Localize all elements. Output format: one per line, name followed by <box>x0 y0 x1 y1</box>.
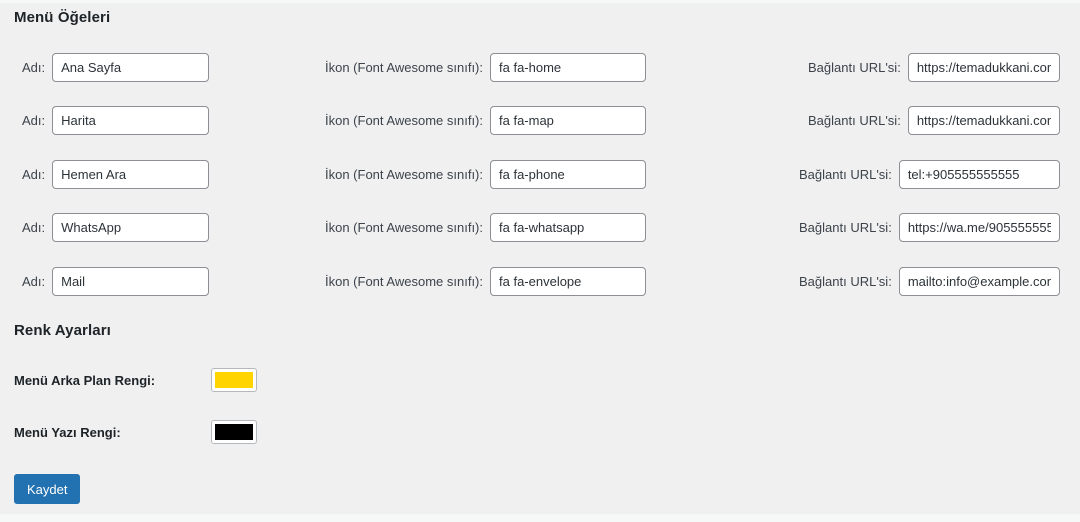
menu-item-name-label: Adı: <box>22 166 46 182</box>
menu-item-url-input[interactable] <box>898 266 1060 296</box>
menu-item-row: Adı: İkon (Font Awesome sınıfı): Bağlant… <box>0 207 1080 247</box>
menu-item-name-input[interactable] <box>52 105 210 135</box>
menu-item-name-label: Adı: <box>22 273 46 289</box>
menu-item-icon-input[interactable] <box>490 159 646 189</box>
menu-background-color-row: Menü Arka Plan Rengi: <box>0 363 540 397</box>
menu-item-name-label: Adı: <box>22 112 46 128</box>
menu-item-icon-label: İkon (Font Awesome sınıfı): <box>325 166 483 182</box>
menu-item-icon-field: İkon (Font Awesome sınıfı): <box>325 261 646 301</box>
menu-item-url-field: Bağlantı URL'si: <box>808 47 1060 87</box>
menu-item-row: Adı: İkon (Font Awesome sınıfı): Bağlant… <box>0 154 1080 194</box>
menu-item-icon-input[interactable] <box>490 52 646 82</box>
color-swatch-fill <box>215 372 253 388</box>
menu-items-heading: Menü Öğeleri <box>14 9 111 26</box>
viewport-bottom-edge <box>0 514 1080 522</box>
menu-item-name-field: Adı: <box>22 261 210 301</box>
menu-item-name-label: Adı: <box>22 219 46 235</box>
menu-item-name-field: Adı: <box>22 100 210 140</box>
menu-item-name-input[interactable] <box>52 266 210 296</box>
menu-item-icon-input[interactable] <box>490 266 646 296</box>
menu-item-url-label: Bağlantı URL'si: <box>808 112 901 128</box>
menu-text-color-picker[interactable] <box>211 420 257 444</box>
menu-background-color-picker[interactable] <box>211 368 257 392</box>
menu-item-url-field: Bağlantı URL'si: <box>808 100 1060 140</box>
menu-item-url-label: Bağlantı URL'si: <box>799 273 892 289</box>
color-settings-heading: Renk Ayarları <box>14 322 111 339</box>
menu-item-name-input[interactable] <box>52 212 210 242</box>
menu-item-url-field: Bağlantı URL'si: <box>799 154 1060 194</box>
menu-item-icon-label: İkon (Font Awesome sınıfı): <box>325 273 483 289</box>
menu-item-icon-field: İkon (Font Awesome sınıfı): <box>325 207 646 247</box>
menu-item-name-field: Adı: <box>22 47 210 87</box>
menu-item-name-input[interactable] <box>52 52 210 82</box>
menu-item-name-input[interactable] <box>52 159 210 189</box>
menu-item-row: Adı: İkon (Font Awesome sınıfı): Bağlant… <box>0 100 1080 140</box>
menu-item-url-label: Bağlantı URL'si: <box>799 166 892 182</box>
menu-item-icon-field: İkon (Font Awesome sınıfı): <box>325 154 646 194</box>
menu-item-url-field: Bağlantı URL'si: <box>799 207 1060 247</box>
menu-item-url-input[interactable] <box>898 212 1060 242</box>
menu-item-name-field: Adı: <box>22 154 210 194</box>
menu-item-url-label: Bağlantı URL'si: <box>799 219 892 235</box>
menu-item-row: Adı: İkon (Font Awesome sınıfı): Bağlant… <box>0 47 1080 87</box>
menu-item-icon-field: İkon (Font Awesome sınıfı): <box>325 47 646 87</box>
menu-item-url-label: Bağlantı URL'si: <box>808 59 901 75</box>
menu-text-color-row: Menü Yazı Rengi: <box>0 415 540 449</box>
menu-item-url-input[interactable] <box>898 159 1060 189</box>
menu-item-url-input[interactable] <box>907 52 1060 82</box>
menu-settings-form: Menü Öğeleri Adı: İkon (Font Awesome sın… <box>0 0 1080 522</box>
menu-item-name-field: Adı: <box>22 207 210 247</box>
menu-text-color-label: Menü Yazı Rengi: <box>14 424 121 440</box>
menu-item-name-label: Adı: <box>22 59 46 75</box>
menu-item-icon-input[interactable] <box>490 212 646 242</box>
save-button[interactable]: Kaydet <box>14 474 81 504</box>
color-swatch-fill <box>215 424 253 440</box>
menu-item-url-field: Bağlantı URL'si: <box>799 261 1060 301</box>
menu-item-url-input[interactable] <box>907 105 1060 135</box>
menu-item-icon-label: İkon (Font Awesome sınıfı): <box>325 219 483 235</box>
menu-item-icon-label: İkon (Font Awesome sınıfı): <box>325 112 483 128</box>
menu-item-row: Adı: İkon (Font Awesome sınıfı): Bağlant… <box>0 261 1080 301</box>
menu-background-color-label: Menü Arka Plan Rengi: <box>14 372 156 388</box>
menu-item-icon-input[interactable] <box>490 105 646 135</box>
menu-item-icon-field: İkon (Font Awesome sınıfı): <box>325 100 646 140</box>
menu-item-icon-label: İkon (Font Awesome sınıfı): <box>325 59 483 75</box>
